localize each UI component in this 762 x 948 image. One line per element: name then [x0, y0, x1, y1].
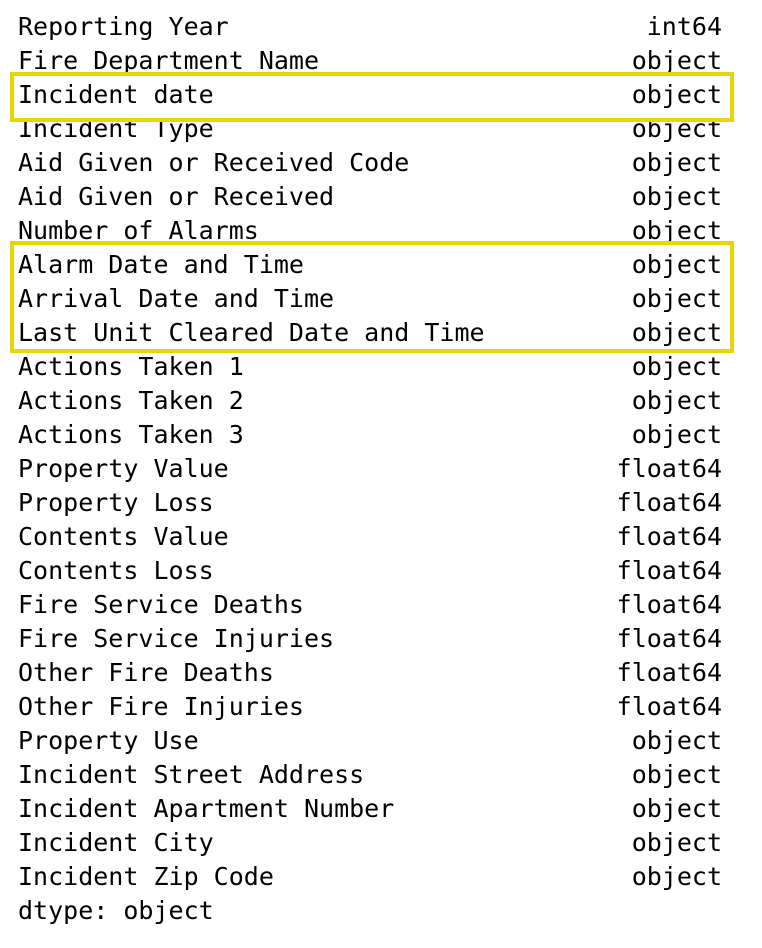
column-dtype: int64 [646, 12, 722, 41]
column-dtype: object [631, 216, 722, 245]
column-name: Property Use [18, 726, 199, 755]
dtype-row: Fire Department Name object [18, 44, 722, 78]
dtype-row: Contents Value float64 [18, 520, 722, 554]
column-name: Contents Value [18, 522, 229, 551]
column-dtype: object [631, 114, 722, 143]
column-dtype: object [631, 284, 722, 313]
dtype-row: Property Loss float64 [18, 486, 722, 520]
column-dtype: object [631, 352, 722, 381]
dtype-row: Contents Loss float64 [18, 554, 722, 588]
dtype-row: Actions Taken 3 object [18, 418, 722, 452]
column-name: Incident date [18, 80, 214, 109]
column-dtype: object [631, 318, 722, 347]
column-dtype: float64 [616, 590, 722, 619]
column-name: Property Loss [18, 488, 214, 517]
dtype-row: Alarm Date and Time object [18, 248, 722, 282]
dtype-row: Reporting Year int64 [18, 10, 722, 44]
dtype-row: Other Fire Deaths float64 [18, 656, 722, 690]
column-dtype: float64 [616, 556, 722, 585]
column-dtype: object [631, 80, 722, 109]
column-name: Aid Given or Received [18, 182, 335, 211]
dtype-row: Property Use object [18, 724, 722, 758]
column-dtype: object [631, 250, 722, 279]
column-dtype: object [631, 726, 722, 755]
column-name: Number of Alarms [18, 216, 259, 245]
dtype-row: Incident City object [18, 826, 722, 860]
column-dtype: float64 [616, 522, 722, 551]
column-dtype: object [631, 46, 722, 75]
column-name: Last Unit Cleared Date and Time [18, 318, 485, 347]
column-dtype: object [631, 828, 722, 857]
dtype-row: Aid Given or Received Code object [18, 146, 722, 180]
column-name: Property Value [18, 454, 229, 483]
column-dtype: float64 [616, 488, 722, 517]
column-dtype: object [631, 760, 722, 789]
dtypes-output: Reporting Year int64 Fire Department Name… [18, 10, 722, 928]
column-name: Actions Taken 2 [18, 386, 244, 415]
dtype-row: Incident date object [18, 78, 722, 112]
dtype-row: Arrival Date and Time object [18, 282, 722, 316]
column-name: Other Fire Injuries [18, 692, 304, 721]
dtype-row: Aid Given or Received object [18, 180, 722, 214]
column-name: Alarm Date and Time [18, 250, 304, 279]
dtype-row: Property Value float64 [18, 452, 722, 486]
dtype-row: Number of Alarms object [18, 214, 722, 248]
column-name: Fire Service Injuries [18, 624, 335, 653]
column-name: Incident Type [18, 114, 214, 143]
column-dtype: float64 [616, 658, 722, 687]
column-name: Aid Given or Received Code [18, 148, 410, 177]
dtype-row: Last Unit Cleared Date and Time object [18, 316, 722, 350]
dtype-row: Other Fire Injuries float64 [18, 690, 722, 724]
column-name: Arrival Date and Time [18, 284, 335, 313]
dtype-row: Incident Apartment Number object [18, 792, 722, 826]
dtype-row: Actions Taken 2 object [18, 384, 722, 418]
column-name: Actions Taken 1 [18, 352, 244, 381]
column-name: Contents Loss [18, 556, 214, 585]
column-dtype: object [631, 182, 722, 211]
dtype-row: Incident Street Address object [18, 758, 722, 792]
column-dtype: object [631, 420, 722, 449]
column-dtype: float64 [616, 624, 722, 653]
dtype-row: Actions Taken 1 object [18, 350, 722, 384]
dtype-row: Incident Zip Code object [18, 860, 722, 894]
column-dtype: float64 [616, 692, 722, 721]
column-dtype: object [631, 794, 722, 823]
column-name: Fire Department Name [18, 46, 320, 75]
dtype-row: Fire Service Injuries float64 [18, 622, 722, 656]
column-name: Incident Street Address [18, 760, 365, 789]
column-dtype: object [631, 862, 722, 891]
column-name: Incident Apartment Number [18, 794, 395, 823]
column-name: Incident City [18, 828, 214, 857]
column-name: Fire Service Deaths [18, 590, 304, 619]
dtype-row: Incident Type object [18, 112, 722, 146]
column-name: Other Fire Deaths [18, 658, 274, 687]
column-name: Actions Taken 3 [18, 420, 244, 449]
column-dtype: float64 [616, 454, 722, 483]
dtype-row: Fire Service Deaths float64 [18, 588, 722, 622]
column-dtype: object [631, 386, 722, 415]
column-name: Incident Zip Code [18, 862, 274, 891]
column-dtype: object [631, 148, 722, 177]
dtype-footer: dtype: object [18, 896, 214, 925]
column-name: Reporting Year [18, 12, 229, 41]
